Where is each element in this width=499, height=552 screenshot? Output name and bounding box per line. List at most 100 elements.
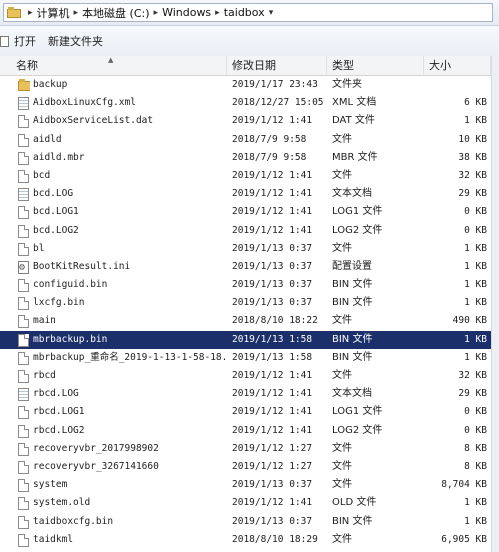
file-icon-cell (18, 442, 30, 456)
new-folder-button[interactable]: 新建文件夹 (42, 30, 109, 52)
file-icon (18, 297, 29, 311)
file-row[interactable]: main 2018/8/10 18:22 文件 490 KB (0, 312, 499, 330)
vertical-scrollbar[interactable] (491, 56, 499, 552)
chevron-right-icon[interactable]: ▸ (215, 8, 220, 18)
file-date: 2019/1/12 1:27 (232, 460, 313, 472)
file-icon (18, 406, 29, 420)
file-row[interactable]: rbcd.LOG1 2019/1/12 1:41 LOG1 文件 0 KB (0, 403, 499, 421)
file-row[interactable]: aidld.mbr 2018/7/9 9:58 MBR 文件 38 KB (0, 149, 499, 167)
file-date: 2018/7/9 9:58 (232, 151, 307, 163)
file-type: 文件夹 (332, 79, 362, 90)
breadcrumb[interactable]: ▸ 计算机 ▸ 本地磁盘 (C:) ▸ Windows ▸ taidbox ▾ (3, 3, 493, 22)
file-icon-cell (18, 497, 30, 511)
file-icon-cell (18, 242, 30, 256)
file-row[interactable]: AidboxServiceList.dat 2019/1/12 1:41 DAT 文… (0, 112, 499, 130)
file-name: taidboxcfg.bin (33, 515, 114, 527)
file-row[interactable]: lxcfg.bin 2019/1/13 0:37 BIN 文件 1 KB (0, 294, 499, 312)
file-row[interactable]: rbcd.LOG 2019/1/12 1:41 文本文档 29 KB (0, 385, 499, 403)
file-size: 32 KB (458, 370, 487, 381)
file-type: 文件 (332, 242, 352, 254)
file-size: 1 KB (464, 297, 487, 309)
file-size: 0 KB (464, 406, 487, 418)
file-name: system (33, 479, 68, 491)
file-icon (18, 206, 29, 220)
file-row[interactable]: bcd.LOG2 2019/1/12 1:41 LOG2 文件 0 KB (0, 222, 499, 240)
file-row[interactable]: BootKitResult.ini 2019/1/13 0:37 配置设置 1 KB (0, 258, 499, 276)
file-icon (18, 533, 29, 547)
file-row[interactable]: bcd 2019/1/12 1:41 文件 32 KB (0, 167, 499, 185)
file-type: 文本文档 (332, 188, 372, 200)
file-row[interactable]: bcd.LOG 2019/1/12 1:41 文本文档 29 KB (0, 185, 499, 203)
file-icon-cell (18, 533, 30, 547)
file-icon-cell (18, 406, 30, 420)
file-name: bl (33, 242, 45, 254)
file-icon (18, 424, 29, 438)
file-row[interactable]: rbcd 2019/1/12 1:41 文件 32 KB (0, 367, 499, 385)
file-type: DAT 文件 (332, 115, 375, 127)
file-date: 2018/8/10 18:29 (232, 533, 318, 545)
file-icon (18, 279, 29, 293)
file-row[interactable]: bl 2019/1/13 0:37 文件 1 KB (0, 240, 499, 258)
column-header-name[interactable]: ▲ 名称 (0, 56, 227, 75)
file-icon-cell (18, 260, 30, 274)
file-row[interactable]: system 2019/1/13 0:37 文件 8,704 KB (0, 476, 499, 494)
file-size: 29 KB (458, 188, 487, 200)
chevron-right-icon[interactable]: ▸ (74, 8, 79, 18)
file-row[interactable]: taidkml 2018/8/10 18:29 文件 6,905 KB (0, 531, 499, 549)
column-header-type[interactable]: 类型 (328, 56, 424, 75)
file-date: 2018/8/10 18:22 (232, 315, 318, 327)
breadcrumb-taidbox[interactable]: taidbox (224, 6, 265, 19)
file-date: 2019/1/12 1:27 (232, 442, 313, 454)
breadcrumb-computer[interactable]: 计算机 (37, 5, 70, 21)
column-header-size[interactable]: 大小 (425, 56, 491, 75)
file-name: AidboxServiceList.dat (33, 115, 154, 127)
file-row[interactable]: rbcd.LOG2 2019/1/12 1:41 LOG2 文件 0 KB (0, 422, 499, 440)
file-type: BIN 文件 (332, 333, 373, 345)
column-header: ▲ 名称 修改日期 类型 大小 (0, 56, 499, 76)
address-bar: ▸ 计算机 ▸ 本地磁盘 (C:) ▸ Windows ▸ taidbox ▾ (0, 0, 499, 26)
chevron-right-icon[interactable]: ▸ (154, 8, 159, 18)
text-file-icon (18, 388, 29, 402)
file-row[interactable]: AidboxLinuxCfg.xml 2018/12/27 15:05 XML 文档… (0, 94, 499, 112)
file-name: bcd.LOG1 (33, 206, 79, 218)
chevron-down-icon[interactable]: ▾ (269, 8, 274, 18)
file-date: 2019/1/13 0:37 (232, 515, 313, 527)
file-type: BIN 文件 (332, 297, 373, 309)
chevron-right-icon[interactable]: ▸ (28, 8, 33, 18)
file-size: 8 KB (464, 460, 487, 472)
breadcrumb-windows[interactable]: Windows (162, 6, 211, 19)
file-type: BIN 文件 (332, 515, 373, 527)
file-row[interactable]: backup 2019/1/17 23:43 文件夹 (0, 76, 499, 94)
file-row[interactable]: system.old 2019/1/12 1:41 OLD 文件 1 KB (0, 494, 499, 512)
file-size: 0 KB (464, 424, 487, 436)
file-row[interactable]: taidboxcfg.bin 2019/1/13 0:37 BIN 文件 1 KB (0, 513, 499, 531)
file-size: 0 KB (464, 206, 487, 218)
file-icon (18, 370, 29, 383)
file-date: 2019/1/13 0:37 (232, 260, 313, 272)
file-row[interactable]: recoveryvbr_2017998902 2019/1/12 1:27 文件 8 … (0, 440, 499, 458)
file-row[interactable]: mbrbackup_重命名_2019-1-13-1-58-18... 2019/1… (0, 349, 499, 367)
file-name: rbcd.LOG1 (33, 406, 85, 418)
column-header-date[interactable]: 修改日期 (228, 56, 327, 75)
file-date: 2019/1/12 1:41 (232, 188, 313, 200)
file-size: 10 KB (458, 133, 487, 145)
file-type: 文件 (332, 315, 352, 327)
file-name: mbrbackup_重命名_2019-1-13-1-58-18... (33, 351, 228, 363)
file-name: bcd.LOG2 (33, 224, 79, 236)
open-button[interactable]: 打开 (0, 30, 42, 52)
file-icon (18, 169, 29, 183)
file-row[interactable]: mbrbackup.bin 2019/1/13 1:58 BIN 文件 1 KB (0, 330, 499, 349)
breadcrumb-local-disk[interactable]: 本地磁盘 (C:) (82, 5, 149, 21)
file-row[interactable]: bcd.LOG1 2019/1/12 1:41 LOG1 文件 0 KB (0, 203, 499, 221)
file-row[interactable]: aidld 2018/7/9 9:58 文件 10 KB (0, 131, 499, 149)
sort-up-icon: ▲ (108, 56, 114, 64)
file-size: 8 KB (464, 442, 487, 454)
file-date: 2019/1/12 1:41 (232, 169, 313, 181)
file-row[interactable]: recoveryvbr_3267141660 2019/1/12 1:27 文件 8 … (0, 458, 499, 476)
file-size: 6 KB (464, 97, 487, 109)
file-icon (18, 224, 29, 238)
file-name: configuid.bin (33, 279, 108, 291)
file-date: 2019/1/12 1:41 (232, 115, 313, 127)
file-icon (18, 315, 29, 329)
file-row[interactable]: configuid.bin 2019/1/13 0:37 BIN 文件 1 KB (0, 276, 499, 294)
